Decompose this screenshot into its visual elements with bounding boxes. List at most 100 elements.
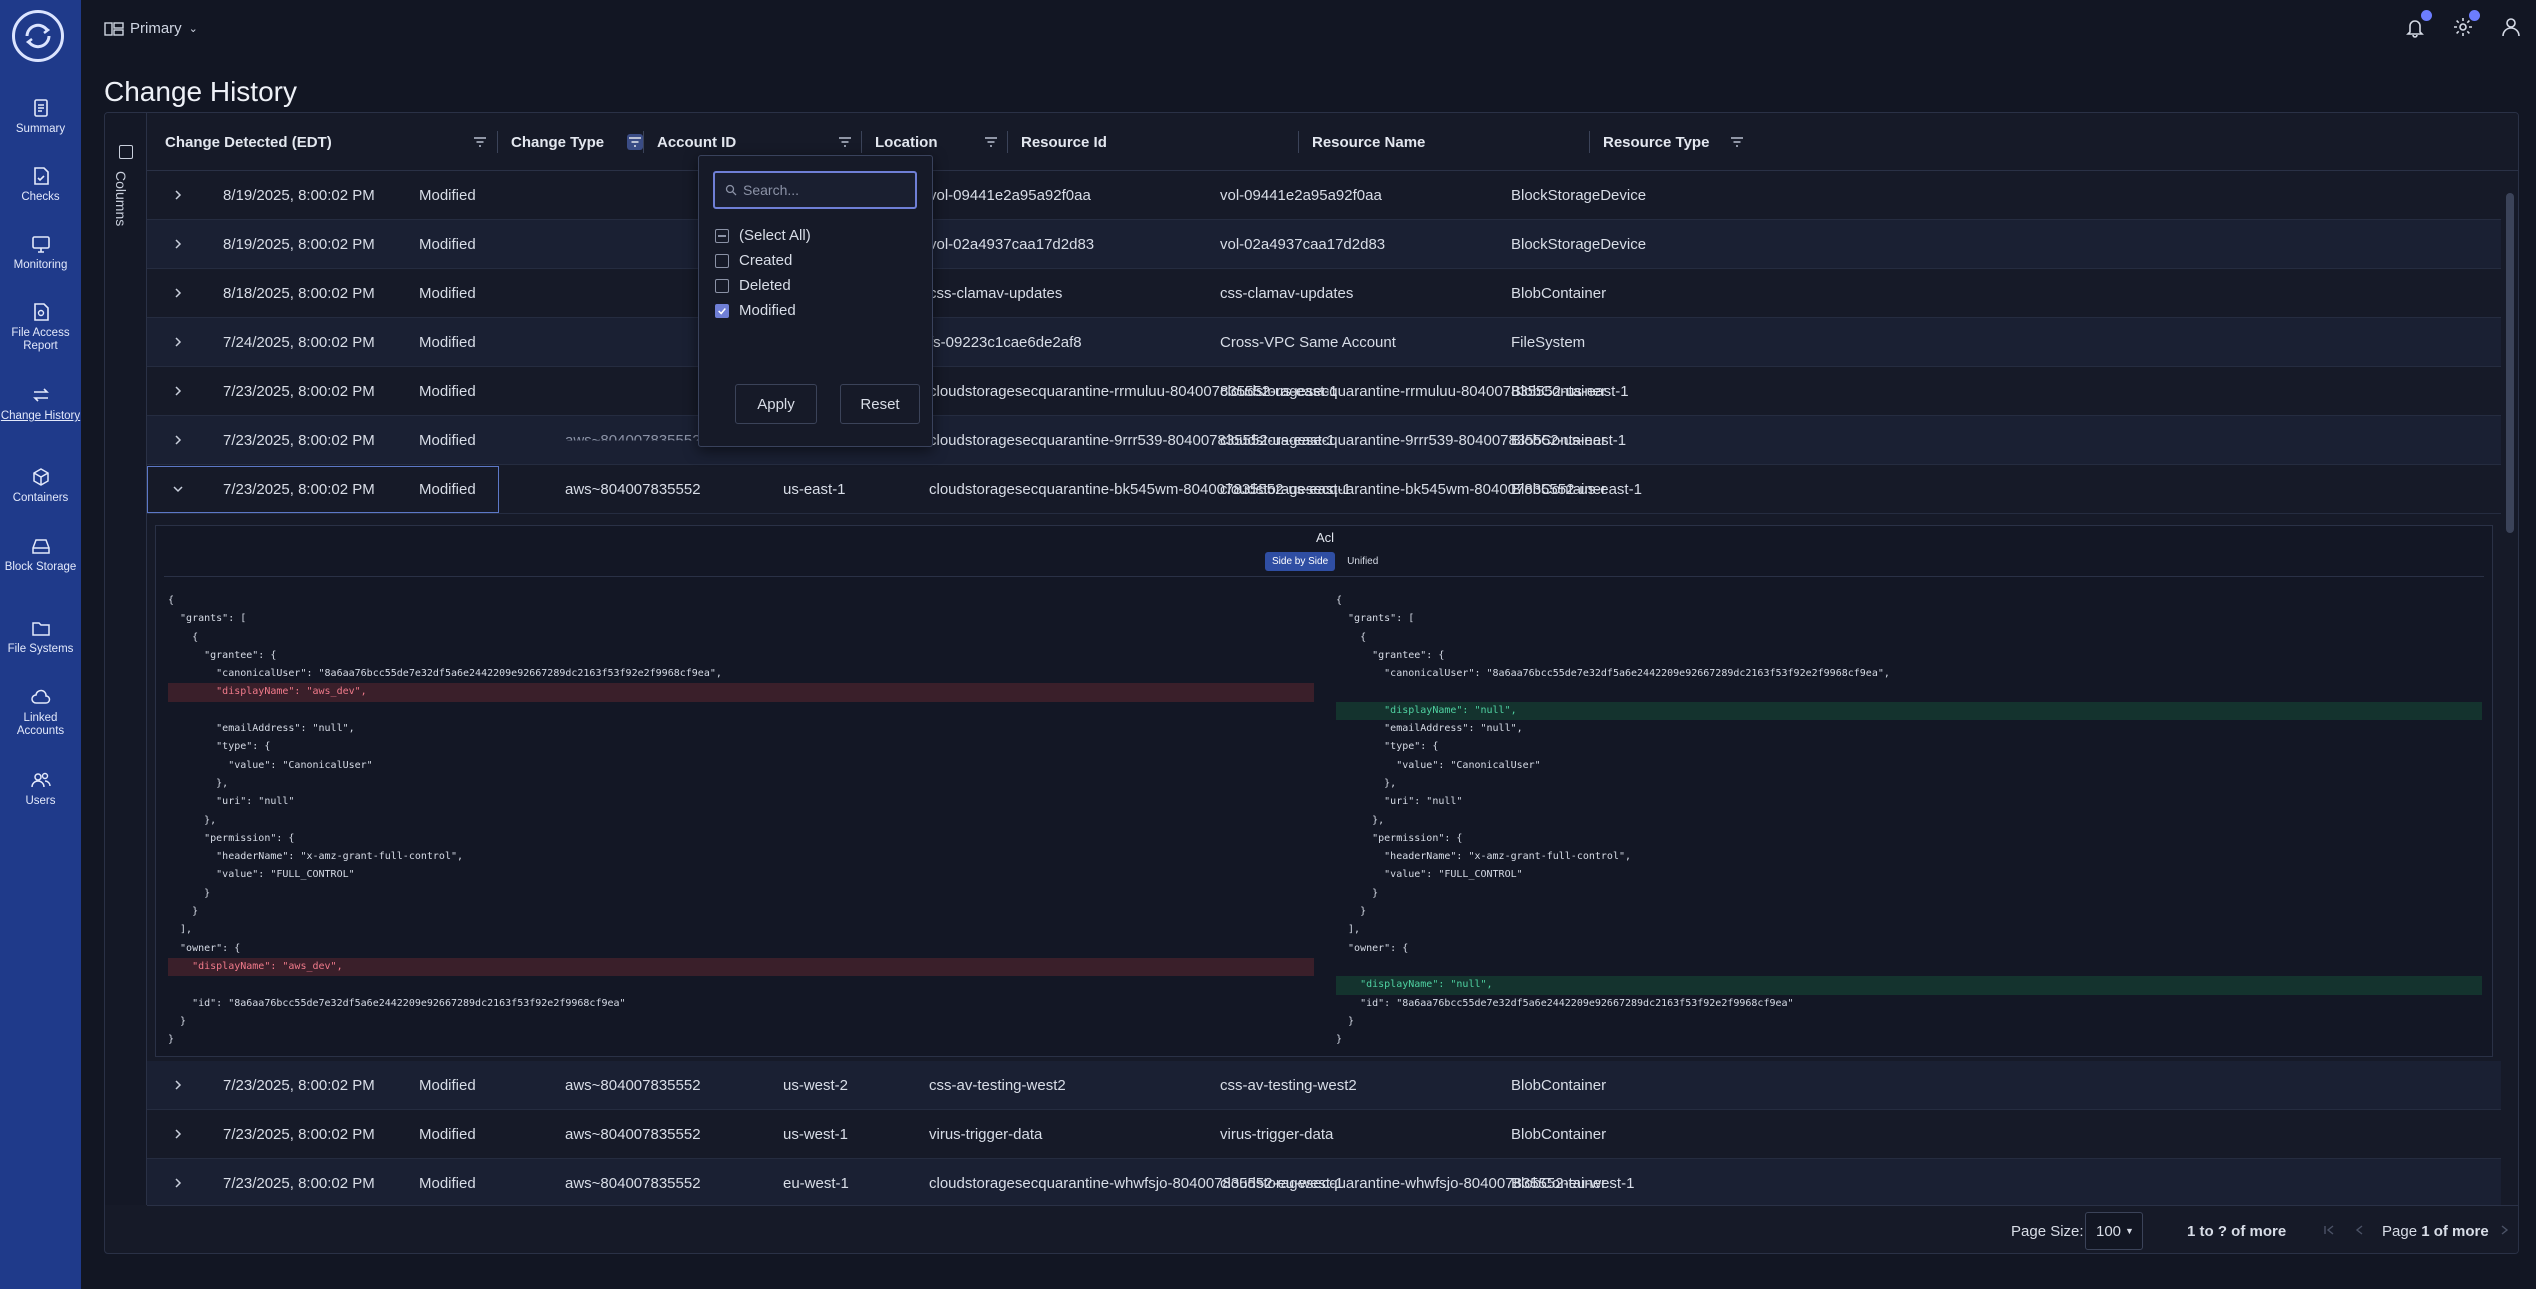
chevron-right-icon[interactable] bbox=[171, 384, 185, 398]
cell-resource-type: BlockStorageDevice bbox=[1511, 236, 1647, 253]
checkbox-checked[interactable] bbox=[715, 303, 729, 318]
previous-page-icon[interactable] bbox=[2353, 1223, 2367, 1237]
cell-account: aws~804007835552 bbox=[565, 1077, 701, 1094]
app-logo[interactable] bbox=[12, 10, 64, 62]
diff-line: ], bbox=[1336, 924, 1361, 936]
folder-icon bbox=[31, 622, 50, 636]
diff-line-removed: "displayName": "aws_dev", bbox=[168, 957, 1314, 977]
sidebar-item-summary[interactable]: Summary bbox=[0, 97, 81, 136]
table-row[interactable]: 7/23/2025, 8:00:02 PMModifiedus-east-1cl… bbox=[147, 416, 2501, 465]
table-row[interactable]: 8/19/2025, 8:00:02 PMModifiedus-east-2vo… bbox=[147, 220, 2501, 269]
sidebar-item-change-history[interactable]: Change History bbox=[0, 384, 81, 423]
header-resource-type[interactable]: Resource Type bbox=[1603, 113, 1709, 171]
cell-date: 7/23/2025, 8:00:02 PM bbox=[223, 1175, 375, 1192]
table-row[interactable]: 7/23/2025, 8:00:02 PM Modified aws~8040078… bbox=[147, 1110, 2501, 1159]
diff-line-added: "displayName": "null", bbox=[1336, 976, 2482, 995]
filter-option-deleted[interactable]: Deleted bbox=[715, 277, 791, 294]
workspace-selector[interactable]: Primary ⌄ bbox=[104, 20, 198, 37]
column-separator[interactable] bbox=[497, 131, 498, 153]
reset-button[interactable]: Reset bbox=[840, 384, 920, 424]
chevron-right-icon[interactable] bbox=[171, 237, 185, 251]
chevron-right-icon[interactable] bbox=[171, 335, 185, 349]
diff-line: } bbox=[168, 1015, 187, 1027]
page-prefix: Page bbox=[2382, 1222, 2418, 1240]
profile-button[interactable] bbox=[2500, 16, 2522, 38]
scroll-thumb[interactable] bbox=[2506, 193, 2514, 533]
vertical-scrollbar[interactable] bbox=[2503, 173, 2517, 1203]
header-change-type[interactable]: Change Type bbox=[511, 113, 604, 171]
header-change-detected[interactable]: Change Detected (EDT) bbox=[165, 113, 332, 171]
table-row[interactable]: 8/18/2025, 8:00:02 PMModifiedus-east-1cs… bbox=[147, 269, 2501, 318]
chevron-right-icon[interactable] bbox=[171, 1176, 185, 1190]
diff-line: "headerName": "x-amz-grant-full-control"… bbox=[168, 851, 464, 863]
diff-line: "permission": { bbox=[1336, 832, 1463, 844]
column-separator[interactable] bbox=[643, 131, 644, 153]
table-row[interactable]: 7/23/2025, 8:00:02 PM Modified aws~8040078… bbox=[147, 1159, 2501, 1208]
notifications-button[interactable] bbox=[2404, 10, 2432, 38]
sidebar-item-checks[interactable]: Checks bbox=[0, 165, 81, 204]
columns-panel-toggle[interactable]: Columns bbox=[105, 113, 147, 1205]
filter-icon[interactable] bbox=[1729, 134, 1745, 150]
cell-type: Modified bbox=[419, 334, 476, 351]
next-page-icon[interactable] bbox=[2497, 1223, 2511, 1237]
column-separator[interactable] bbox=[1589, 131, 1590, 153]
filter-option-modified[interactable]: Modified bbox=[715, 302, 796, 319]
sidebar-item-label: Containers bbox=[12, 492, 69, 504]
filter-icon[interactable] bbox=[472, 134, 488, 150]
chevron-right-icon[interactable] bbox=[171, 188, 185, 202]
header-resource-id[interactable]: Resource Id bbox=[1021, 113, 1107, 171]
sidebar-item-label: Change History bbox=[0, 410, 81, 422]
cell-resource-id: css-av-testing-west2 bbox=[929, 1077, 1066, 1094]
chevron-down-icon[interactable] bbox=[171, 482, 185, 496]
column-separator[interactable] bbox=[1298, 131, 1299, 153]
chevron-right-icon[interactable] bbox=[171, 286, 185, 300]
chevron-right-icon[interactable] bbox=[171, 1127, 185, 1141]
diff-line: } bbox=[1336, 887, 1379, 899]
sidebar: Summary Checks Monitoring File Access Re… bbox=[0, 0, 81, 1289]
sidebar-item-containers[interactable]: Containers bbox=[0, 466, 81, 505]
table-row[interactable]: 7/23/2025, 8:00:02 PM Modified aws~8040078… bbox=[147, 1061, 2501, 1110]
sidebar-item-label: File Access Report bbox=[11, 327, 70, 352]
sidebar-item-block-storage[interactable]: Block Storage bbox=[0, 535, 81, 574]
page-title: Change History bbox=[104, 76, 297, 107]
diff-line: "emailAddress": "null", bbox=[168, 723, 355, 735]
table-row[interactable]: 7/23/2025, 8:00:02 PMModifiedus-east-1cl… bbox=[147, 367, 2501, 416]
table-row[interactable]: 7/24/2025, 8:00:02 PMModifiedus-east-1fs… bbox=[147, 318, 2501, 367]
table-row[interactable]: 8/19/2025, 8:00:02 PMModifiedus-east-2vo… bbox=[147, 171, 2501, 220]
filter-search-input[interactable] bbox=[743, 182, 903, 198]
diff-line: }, bbox=[168, 777, 229, 789]
cell-account: aws~804007835552 bbox=[565, 1126, 701, 1143]
column-separator[interactable] bbox=[861, 131, 862, 153]
page-size-select[interactable]: 100 ▼ bbox=[2085, 1212, 2143, 1250]
column-separator[interactable] bbox=[1007, 131, 1008, 153]
columns-icon bbox=[119, 145, 133, 159]
header-resource-name[interactable]: Resource Name bbox=[1312, 113, 1425, 171]
settings-button[interactable] bbox=[2452, 10, 2480, 38]
filter-icon[interactable] bbox=[983, 134, 999, 150]
checkbox[interactable] bbox=[715, 278, 729, 293]
side-by-side-button[interactable]: Side by Side bbox=[1265, 552, 1336, 571]
sidebar-item-users[interactable]: Users bbox=[0, 769, 81, 808]
cell-type: Modified bbox=[419, 432, 476, 449]
sidebar-item-file-systems[interactable]: File Systems bbox=[0, 617, 81, 656]
chevron-right-icon[interactable] bbox=[171, 433, 185, 447]
first-page-icon[interactable] bbox=[2322, 1223, 2336, 1237]
cell-resource-type: BlobContainer bbox=[1511, 481, 1607, 498]
filter-option-created[interactable]: Created bbox=[715, 252, 792, 269]
sidebar-item-file-access-report[interactable]: File Access Report bbox=[0, 301, 81, 353]
cell-account: aws~804007835552 bbox=[565, 1175, 701, 1192]
filter-option-select-all[interactable]: (Select All) bbox=[715, 227, 811, 244]
row-range: 1 to ? of more bbox=[2187, 1222, 2287, 1240]
apply-button[interactable]: Apply bbox=[735, 384, 817, 424]
filter-icon-active[interactable] bbox=[627, 134, 643, 150]
diff-line: } bbox=[1336, 906, 1367, 918]
unified-button[interactable]: Unified bbox=[1341, 552, 1384, 571]
sidebar-item-monitoring[interactable]: Monitoring bbox=[0, 233, 81, 272]
chevron-right-icon[interactable] bbox=[171, 1078, 185, 1092]
sidebar-item-linked-accounts[interactable]: Linked Accounts bbox=[0, 686, 81, 738]
checkbox[interactable] bbox=[715, 253, 729, 268]
filter-icon[interactable] bbox=[837, 134, 853, 150]
table-row[interactable]: 7/23/2025, 8:00:02 PM Modified aws~8040078… bbox=[147, 465, 2501, 514]
cell-location: us-west-2 bbox=[783, 1077, 849, 1094]
checkbox-partial[interactable] bbox=[715, 228, 729, 243]
